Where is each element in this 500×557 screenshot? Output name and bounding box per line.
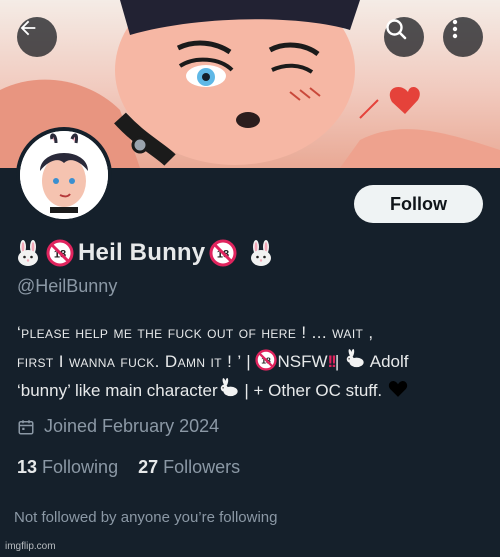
search-icon	[386, 19, 407, 40]
followers-link[interactable]: 27 Followers	[138, 457, 240, 478]
black-heart-icon	[388, 381, 408, 397]
bio-text: |	[241, 352, 256, 371]
followers-count: 27	[138, 457, 159, 477]
back-button[interactable]	[17, 17, 57, 57]
joined-row: Joined February 2024	[17, 416, 219, 437]
bio-text: | + Other OC stuff.	[239, 381, 387, 400]
bio-text: first I wanna fuck. Damn it ! ’	[17, 352, 242, 371]
display-name-row: 18 Heil Bunny 18	[14, 235, 275, 271]
bio-text: |	[334, 352, 344, 371]
following-count: 13	[17, 457, 38, 477]
more-vertical-icon	[452, 19, 458, 39]
follow-stats: 13 Following 27 Followers	[17, 457, 240, 478]
following-label: Following	[42, 457, 119, 477]
profile-bio: ‘please help me the fuck out of here ! .…	[17, 318, 487, 405]
followers-label: Followers	[163, 457, 241, 477]
watermark: imgflip.com	[5, 541, 56, 552]
profile-handle: @HeilBunny	[17, 276, 118, 296]
follow-button[interactable]: Follow	[354, 185, 483, 223]
rabbit-face-icon	[14, 239, 42, 267]
display-name: Heil Bunny	[78, 239, 206, 266]
bio-text: Adolf	[365, 352, 409, 371]
rabbit-icon	[220, 378, 238, 397]
no-under-18-icon: 18	[46, 239, 74, 267]
following-link[interactable]: 13 Following	[17, 457, 118, 478]
profile-avatar[interactable]	[16, 127, 112, 223]
rabbit-icon	[346, 349, 364, 368]
search-button[interactable]	[384, 17, 424, 57]
more-button[interactable]	[443, 17, 483, 57]
calendar-icon	[18, 419, 34, 434]
no-under-18-icon: 18	[209, 239, 237, 267]
avatar-illustration	[20, 131, 108, 219]
double-exclamation-icon: !!	[327, 352, 337, 371]
bio-text: ‘please help me the fuck out of here ! .…	[17, 323, 374, 342]
bio-text: NSFW	[277, 352, 328, 371]
joined-date: Joined February 2024	[44, 416, 220, 436]
bio-text: ‘bunny’ like main character	[17, 381, 218, 400]
not-followed-note: Not followed by anyone you’re following	[14, 509, 278, 526]
arrow-left-icon	[20, 20, 36, 36]
rabbit-face-icon	[247, 239, 275, 267]
no-under-18-icon: 18	[255, 349, 278, 371]
